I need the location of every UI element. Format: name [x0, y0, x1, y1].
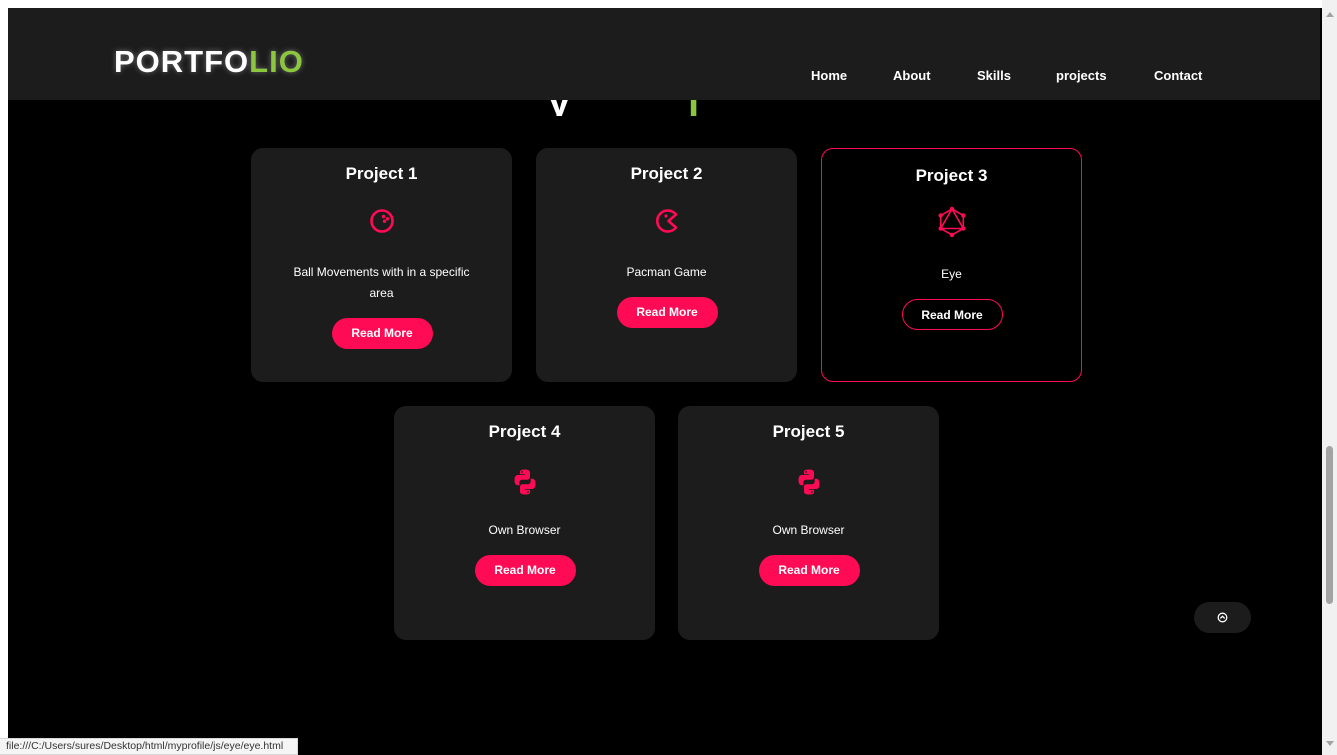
bowling-ball-icon	[366, 205, 398, 237]
scroll-to-top-button[interactable]	[1194, 602, 1251, 633]
project-description: Own Browser	[488, 523, 561, 537]
project-description: Pacman Game	[626, 265, 707, 279]
read-more-button[interactable]: Read More	[758, 555, 860, 586]
read-more-button[interactable]: Read More	[474, 555, 576, 586]
nav-contact-link[interactable]: Contact	[1154, 68, 1202, 83]
project-title: Project 4	[488, 422, 561, 441]
status-bar-url: file:///C:/Users/sures/Desktop/html/mypr…	[0, 738, 298, 755]
scroll-up-arrow-icon[interactable]	[1326, 12, 1334, 17]
chevron-up-circle-icon	[1217, 612, 1228, 623]
project-card-5: Project 5 Own Browser Read More	[678, 406, 939, 640]
scroll-down-arrow-icon[interactable]	[1326, 741, 1334, 746]
project-card-2: Project 2 Pacman Game Read More	[536, 148, 797, 382]
window-top-edge	[0, 0, 1337, 8]
read-more-button[interactable]: Read More	[616, 297, 718, 328]
project-card-4: Project 4 Own Browser Read More	[394, 406, 655, 640]
window-left-edge	[0, 0, 8, 755]
project-description: Ball Movements with in a specific area	[293, 265, 470, 300]
project-card-1: Project 1 Ball Movements with in a speci…	[251, 148, 512, 382]
project-card-3: Project 3 Eye Read More	[821, 148, 1082, 382]
pacman-icon	[651, 205, 683, 237]
project-title: Project 5	[772, 422, 845, 441]
nav-about-link[interactable]: About	[893, 68, 931, 83]
read-more-button[interactable]: Read More	[331, 318, 433, 349]
section-heading-clipped: y j	[548, 100, 718, 116]
page-scrollbar[interactable]	[1322, 0, 1337, 755]
python-icon	[509, 466, 541, 498]
project-title: Project 2	[630, 164, 703, 183]
python-icon	[793, 466, 825, 498]
navbar: PORTFOLIO Home About Skills projects Con…	[8, 8, 1320, 100]
project-title: Project 3	[915, 166, 988, 185]
project-title: Project 1	[345, 164, 418, 183]
project-description: Own Browser	[772, 523, 845, 537]
nav-skills-link[interactable]: Skills	[977, 68, 1011, 83]
graphql-icon	[936, 206, 968, 238]
read-more-button[interactable]: Read More	[901, 299, 1003, 330]
project-description: Eye	[941, 267, 962, 281]
nav-projects-link[interactable]: projects	[1056, 68, 1107, 83]
scrollbar-thumb[interactable]	[1326, 446, 1333, 604]
nav-home-link[interactable]: Home	[811, 68, 847, 83]
nav-menu: Home About Skills projects Contact	[8, 68, 1320, 88]
